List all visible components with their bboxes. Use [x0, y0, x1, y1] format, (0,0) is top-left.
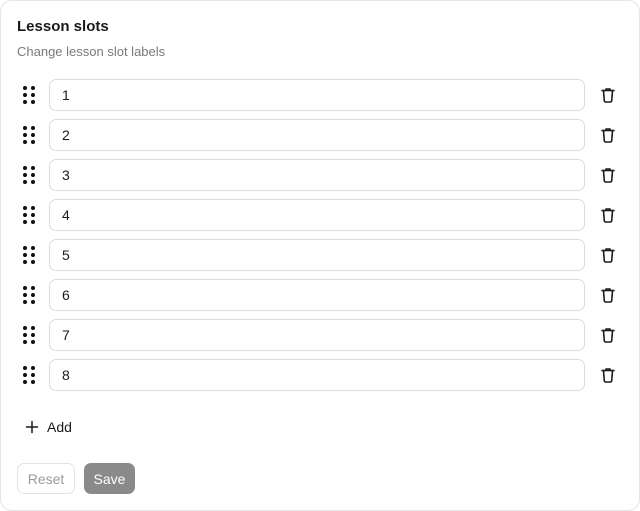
trash-icon[interactable]: [599, 246, 617, 264]
trash-icon[interactable]: [599, 366, 617, 384]
slot-row: [1, 199, 640, 231]
drag-handle-icon[interactable]: [21, 325, 37, 345]
drag-handle-icon[interactable]: [21, 285, 37, 305]
trash-icon[interactable]: [599, 126, 617, 144]
slot-row: [1, 319, 640, 351]
slot-label-input[interactable]: [49, 199, 585, 231]
slot-label-input[interactable]: [49, 79, 585, 111]
slot-row: [1, 239, 640, 271]
slot-label-input[interactable]: [49, 159, 585, 191]
slot-row: [1, 279, 640, 311]
save-button[interactable]: Save: [84, 463, 135, 494]
section-subtitle: Change lesson slot labels: [17, 44, 166, 59]
trash-icon[interactable]: [599, 326, 617, 344]
drag-handle-icon[interactable]: [21, 125, 37, 145]
drag-handle-icon[interactable]: [21, 85, 37, 105]
slot-label-input[interactable]: [49, 119, 585, 151]
slot-list: [1, 79, 640, 399]
drag-handle-icon[interactable]: [21, 365, 37, 385]
slot-row: [1, 359, 640, 391]
plus-icon: [25, 420, 39, 434]
add-label: Add: [47, 419, 72, 435]
trash-icon[interactable]: [599, 286, 617, 304]
slot-label-input[interactable]: [49, 239, 585, 271]
slot-label-input[interactable]: [49, 359, 585, 391]
trash-icon[interactable]: [599, 86, 617, 104]
reset-button[interactable]: Reset: [17, 463, 75, 494]
drag-handle-icon[interactable]: [21, 165, 37, 185]
slot-row: [1, 79, 640, 111]
slot-label-input[interactable]: [49, 279, 585, 311]
section-title: Lesson slots: [17, 18, 109, 35]
trash-icon[interactable]: [599, 166, 617, 184]
slot-label-input[interactable]: [49, 319, 585, 351]
trash-icon[interactable]: [599, 206, 617, 224]
drag-handle-icon[interactable]: [21, 245, 37, 265]
slot-row: [1, 119, 640, 151]
add-slot-button[interactable]: Add: [25, 415, 72, 439]
drag-handle-icon[interactable]: [21, 205, 37, 225]
lesson-slots-card: Lesson slots Change lesson slot labels 1…: [0, 0, 640, 511]
slot-row: [1, 159, 640, 191]
